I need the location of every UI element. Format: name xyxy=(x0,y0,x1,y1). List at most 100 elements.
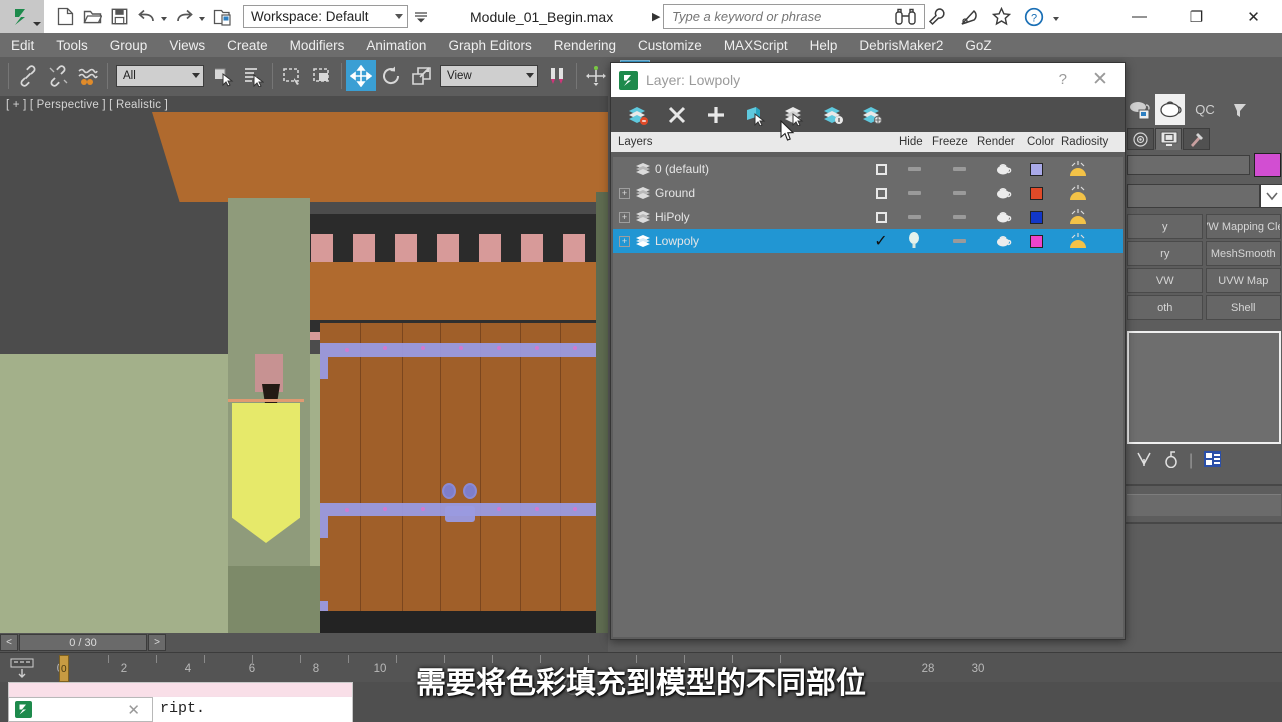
menu-graph-editors[interactable]: Graph Editors xyxy=(437,33,542,57)
expand-icon[interactable]: + xyxy=(619,187,630,199)
maxscript-mini-dialog[interactable]: ✕ xyxy=(8,697,153,722)
freeze-toggle[interactable] xyxy=(899,157,929,181)
rectangular-selection-region-icon[interactable] xyxy=(277,60,307,91)
select-and-scale-icon[interactable] xyxy=(406,60,436,91)
radiosity-icon[interactable] xyxy=(1063,157,1093,181)
redo-icon[interactable] xyxy=(172,4,197,30)
workspace-menu-icon[interactable] xyxy=(414,10,428,24)
modifier-list-field[interactable] xyxy=(1127,184,1260,208)
workspace-selector[interactable]: Workspace: Default xyxy=(243,5,408,28)
menu-rendering[interactable]: Rendering xyxy=(543,33,627,57)
table-row[interactable]: + HiPoly xyxy=(613,205,1123,229)
add-selection-to-layer-icon[interactable] xyxy=(703,102,729,128)
search-box[interactable] xyxy=(663,4,925,29)
tab-display[interactable] xyxy=(1155,128,1182,150)
freeze-toggle[interactable] xyxy=(899,205,929,229)
open-file-icon[interactable] xyxy=(80,4,105,30)
menu-views[interactable]: Views xyxy=(158,33,216,57)
hide-toggle[interactable]: ✓ xyxy=(866,229,896,253)
undo-dropdown-icon[interactable] xyxy=(161,17,167,21)
render-production-icon[interactable] xyxy=(1225,94,1255,125)
teapot-icon[interactable] xyxy=(991,157,1017,181)
layer-list[interactable]: 0 (default) + Ground + HiPoly + Lowpoly … xyxy=(613,157,1123,637)
hide-toggle[interactable] xyxy=(866,181,896,205)
select-link-icon[interactable] xyxy=(13,60,43,91)
select-and-manipulate-icon[interactable] xyxy=(581,60,611,91)
layer-color-swatch[interactable] xyxy=(1023,205,1049,229)
layer-color-swatch[interactable] xyxy=(1023,229,1049,253)
menu-group[interactable]: Group xyxy=(99,33,159,57)
menu-maxscript[interactable]: MAXScript xyxy=(713,33,799,57)
minimize-button[interactable]: — xyxy=(1111,0,1168,33)
select-by-name-icon[interactable] xyxy=(238,60,268,91)
render-toggle[interactable] xyxy=(944,205,974,229)
close-icon[interactable]: ✕ xyxy=(127,701,140,719)
modifier-button-uvw-map[interactable]: UVW Map xyxy=(1205,268,1281,293)
prev-frame-button[interactable]: < xyxy=(0,634,18,651)
select-objects-in-layer-icon[interactable] xyxy=(742,102,768,128)
select-object-icon[interactable] xyxy=(208,60,238,91)
reference-coordinate-combo[interactable]: View xyxy=(440,64,538,87)
help-icon[interactable]: ? xyxy=(1021,4,1046,29)
table-row[interactable]: 0 (default) xyxy=(613,157,1123,181)
help-icon[interactable]: ? xyxy=(1059,71,1067,88)
render-setup-icon[interactable] xyxy=(1125,94,1155,125)
wrench-icon[interactable] xyxy=(925,4,950,29)
pin-stack-icon[interactable] xyxy=(1135,450,1153,473)
next-frame-button[interactable]: > xyxy=(148,634,166,651)
expand-icon[interactable]: + xyxy=(619,211,630,223)
selection-filter-combo[interactable]: All xyxy=(116,64,204,87)
menu-animation[interactable]: Animation xyxy=(355,33,437,57)
tab-utilities[interactable] xyxy=(1183,128,1210,150)
radiosity-icon[interactable] xyxy=(1063,205,1093,229)
configure-modifier-sets-icon[interactable] xyxy=(1203,450,1222,473)
timeline-ruler[interactable]: 0 2 4 6 8 10 28 30 xyxy=(44,653,1282,683)
modifier-stack-list[interactable] xyxy=(1127,331,1281,444)
new-file-icon[interactable] xyxy=(53,4,78,30)
menu-customize[interactable]: Customize xyxy=(627,33,713,57)
radiosity-icon[interactable] xyxy=(1063,181,1093,205)
render-toggle[interactable] xyxy=(944,229,974,253)
binoculars-icon[interactable] xyxy=(893,4,918,29)
layer-color-swatch[interactable] xyxy=(1023,181,1049,205)
delete-layer-icon[interactable] xyxy=(664,102,690,128)
search-input[interactable] xyxy=(672,9,924,24)
material-editor-icon[interactable] xyxy=(1155,94,1185,125)
track-bar[interactable]: 0 2 4 6 8 10 28 30 0 xyxy=(0,652,1282,682)
menu-goz[interactable]: GoZ xyxy=(954,33,1002,57)
unlink-selection-icon[interactable] xyxy=(43,60,73,91)
project-folder-icon[interactable] xyxy=(210,4,235,30)
modifier-button[interactable]: oth xyxy=(1127,295,1203,320)
table-row[interactable]: + Lowpoly ✓ xyxy=(613,229,1123,253)
menu-debrismaker2[interactable]: DebrisMaker2 xyxy=(848,33,954,57)
hide-toggle[interactable] xyxy=(866,205,896,229)
perspective-viewport[interactable]: [ + ] [ Perspective ] [ Realistic ] Z X xyxy=(0,96,608,633)
redo-dropdown-icon[interactable] xyxy=(199,17,205,21)
bind-to-space-warp-icon[interactable] xyxy=(73,60,103,91)
expand-icon[interactable]: + xyxy=(619,235,630,247)
select-and-move-icon[interactable] xyxy=(346,60,376,91)
restore-button[interactable]: ❐ xyxy=(1168,0,1225,33)
use-center-icon[interactable] xyxy=(542,60,572,91)
window-crossing-icon[interactable] xyxy=(307,60,337,91)
modifier-button[interactable]: y xyxy=(1127,214,1203,239)
layer-color-swatch[interactable] xyxy=(1023,157,1049,181)
current-frame-display[interactable]: 0 / 30 xyxy=(19,634,147,651)
modifier-button-meshsmooth[interactable]: MeshSmooth xyxy=(1205,241,1281,266)
viewport-label[interactable]: [ + ] [ Perspective ] [ Realistic ] xyxy=(6,99,168,111)
teapot-icon[interactable] xyxy=(991,229,1017,253)
close-icon[interactable]: ✕ xyxy=(1088,68,1112,91)
menu-create[interactable]: Create xyxy=(216,33,279,57)
table-row[interactable]: + Ground xyxy=(613,181,1123,205)
render-toggle[interactable] xyxy=(944,181,974,205)
create-new-layer-icon[interactable] xyxy=(625,102,651,128)
modifier-button[interactable]: ry xyxy=(1127,241,1203,266)
chevron-down-icon[interactable] xyxy=(1260,184,1282,208)
layer-explorer-dialog[interactable]: Layer: Lowpoly ? ✕ Layers Hide Freeze Re… xyxy=(610,62,1126,640)
menu-tools[interactable]: Tools xyxy=(45,33,99,57)
teapot-icon[interactable] xyxy=(991,205,1017,229)
menu-edit[interactable]: Edit xyxy=(0,33,45,57)
menu-modifiers[interactable]: Modifiers xyxy=(279,33,356,57)
object-name-field[interactable] xyxy=(1127,155,1250,175)
radiosity-icon[interactable] xyxy=(1063,229,1093,253)
